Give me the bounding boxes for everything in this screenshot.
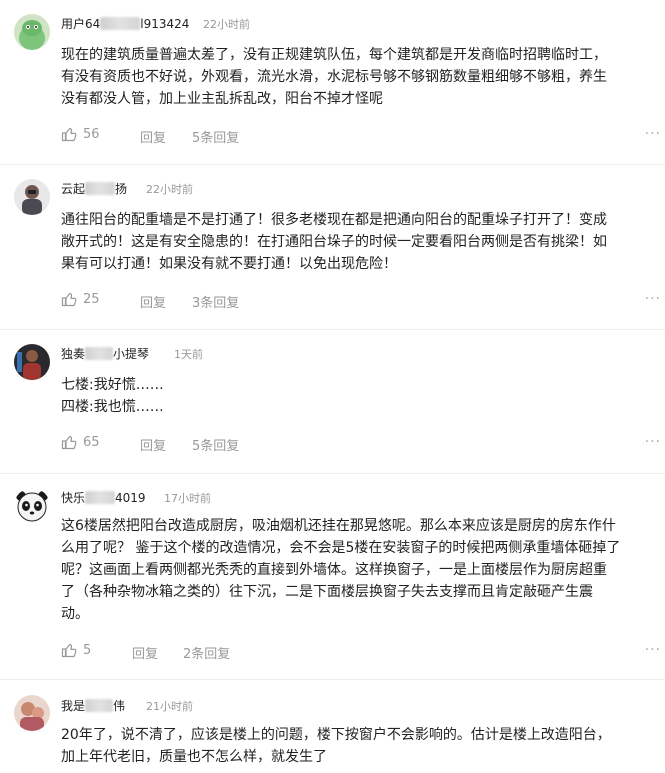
divider <box>0 679 665 680</box>
thumbs-up-icon[interactable] <box>61 126 77 142</box>
comment-actions: 56 回复 5条回复 <box>61 126 661 146</box>
redacted-mask <box>85 491 116 504</box>
comment-text: 20年了，说不清了，应该是楼上的问题，楼下按窗户不会影响的。估计是楼上改造阳台，… <box>61 727 611 765</box>
redacted-mask <box>85 699 114 712</box>
timestamp: 22小时前 <box>203 18 250 31</box>
comment-item: 我是伟 21小时前 20年了，说不清了，应该是楼上的问题，楼下按窗户不会影响的。… <box>0 686 665 773</box>
redacted-mask <box>85 182 116 195</box>
avatar[interactable] <box>14 488 50 524</box>
timestamp: 1天前 <box>174 348 203 361</box>
thumbs-up-icon[interactable] <box>61 291 77 307</box>
comment-item: 用户64 l913424 22小时前 现在的建筑质量普遍太差了，没有正规建筑队伍，… <box>0 0 665 172</box>
redacted-mask <box>100 17 141 30</box>
more-options-icon[interactable]: ··· <box>645 126 661 142</box>
username[interactable]: 用户64 l913424 <box>61 15 189 32</box>
comment-text: 现在的建筑质量普遍太差了，没有正规建筑队伍，每个建筑都是开发商临时招聘临时工， … <box>61 47 607 107</box>
username[interactable]: 我是伟 <box>61 697 125 714</box>
divider <box>0 164 665 165</box>
view-replies-link[interactable]: 5条回复 <box>192 127 239 146</box>
view-replies-link[interactable]: 5条回复 <box>192 435 239 454</box>
comment-actions: 65 回复 5条回复 <box>61 434 661 454</box>
comment-item: 独奏 小提琴 1天前 七楼:我好慌…… 四楼:我也慌…… 65 回复 5条回复 ·… <box>0 337 665 481</box>
comment-text: 七楼:我好慌…… 四楼:我也慌…… <box>61 377 164 415</box>
reply-button[interactable]: 回复 <box>132 643 158 662</box>
avatar[interactable] <box>14 179 50 215</box>
username[interactable]: 云起扬 <box>61 180 127 197</box>
like-count[interactable]: 65 <box>83 435 100 450</box>
comment-item: 云起扬 22小时前 通往阳台的配重墙是不是打通了！很多老楼现在都是把通向阳台的配… <box>0 172 665 337</box>
divider <box>0 329 665 330</box>
timestamp: 21小时前 <box>146 700 193 713</box>
more-options-icon[interactable]: ··· <box>645 642 661 658</box>
more-options-icon[interactable]: ··· <box>645 291 661 307</box>
like-count[interactable]: 5 <box>83 643 91 658</box>
comment-actions: 25 回复 3条回复 <box>61 291 661 311</box>
comment-text: 这6楼居然把阳台改造成厨房，吸油烟机还挂在那晃悠呢。那么本来应该是厨房的房东作什… <box>61 518 621 622</box>
reply-button[interactable]: 回复 <box>140 435 166 454</box>
reply-button[interactable]: 回复 <box>140 292 166 311</box>
username[interactable]: 快乐 4019 <box>61 489 146 506</box>
timestamp: 22小时前 <box>146 183 193 196</box>
more-options-icon[interactable]: ··· <box>645 434 661 450</box>
reply-button[interactable]: 回复 <box>140 127 166 146</box>
thumbs-up-icon[interactable] <box>61 642 77 658</box>
comment-item: 快乐 4019 17小时前 这6楼居然把阳台改造成厨房，吸油烟机还挂在那晃悠呢。那… <box>0 481 665 686</box>
username[interactable]: 独奏 小提琴 <box>61 345 149 362</box>
redacted-mask <box>85 347 114 360</box>
thumbs-up-icon[interactable] <box>61 434 77 450</box>
comment-text: 通往阳台的配重墙是不是打通了！很多老楼现在都是把通向阳台的配重垛子打开了！变成 … <box>61 212 607 272</box>
like-count[interactable]: 56 <box>83 127 100 142</box>
like-count[interactable]: 25 <box>83 292 100 307</box>
view-replies-link[interactable]: 2条回复 <box>183 643 230 662</box>
divider <box>0 473 665 474</box>
avatar[interactable] <box>14 344 50 380</box>
avatar[interactable] <box>14 14 50 50</box>
view-replies-link[interactable]: 3条回复 <box>192 292 239 311</box>
avatar[interactable] <box>14 695 50 731</box>
timestamp: 17小时前 <box>164 492 211 505</box>
comment-actions: 5 回复 2条回复 <box>61 642 661 662</box>
